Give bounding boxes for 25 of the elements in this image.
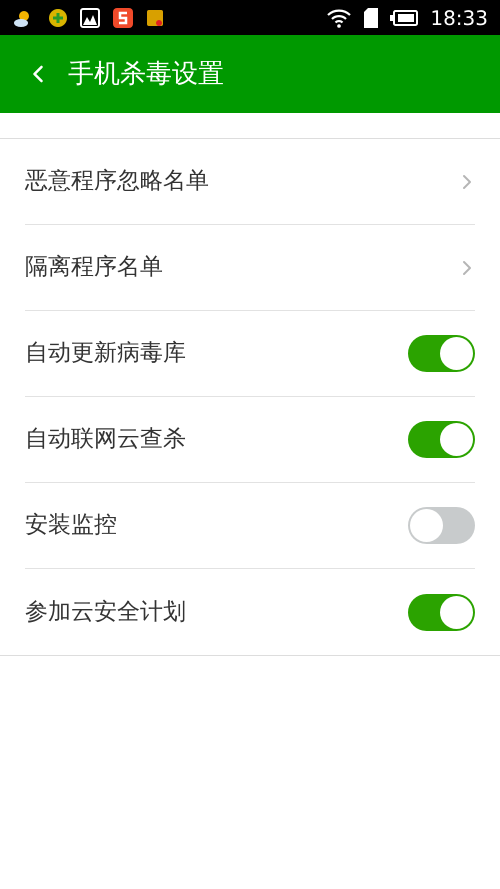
setting-label: 自动更新病毒库 — [25, 339, 186, 368]
plus-circle-icon — [48, 8, 68, 28]
battery-icon — [390, 10, 418, 26]
sim-card-icon — [364, 8, 378, 28]
setting-label: 恶意程序忽略名单 — [25, 167, 209, 196]
app-icon — [146, 8, 164, 26]
toggle-switch[interactable] — [408, 594, 475, 630]
image-icon — [80, 8, 100, 28]
clock: 18:33 — [430, 4, 488, 32]
settings-row[interactable]: 自动联网云查杀 — [25, 397, 475, 483]
settings-row[interactable]: 安装监控 — [25, 483, 475, 569]
toggle-switch[interactable] — [408, 335, 475, 372]
page-title: 手机杀毒设置 — [68, 58, 224, 90]
settings-row[interactable]: 恶意程序忽略名单 — [25, 139, 475, 225]
settings-row[interactable]: 参加云安全计划 — [25, 569, 475, 655]
toggle-switch[interactable] — [408, 421, 475, 458]
app-icon — [112, 6, 134, 28]
setting-label: 自动联网云查杀 — [25, 425, 186, 454]
wifi-icon — [326, 8, 352, 28]
settings-row[interactable]: 自动更新病毒库 — [25, 311, 475, 397]
setting-label: 安装监控 — [25, 511, 117, 540]
setting-label: 隔离程序名单 — [25, 253, 163, 282]
toggle-switch[interactable] — [408, 507, 475, 544]
setting-label: 参加云安全计划 — [25, 598, 186, 627]
settings-row[interactable]: 隔离程序名单 — [25, 225, 475, 311]
